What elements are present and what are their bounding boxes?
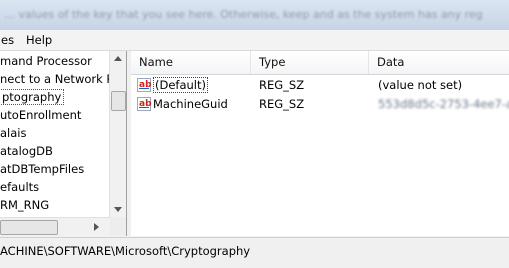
scrollbar-corner	[110, 217, 126, 236]
scroll-right-arrow-icon[interactable]	[94, 223, 99, 231]
tree-vertical-scrollbar[interactable]	[109, 51, 126, 217]
key-tree-pane[interactable]: mand Processor nect to a Network Prc pto…	[0, 51, 127, 236]
tree-item-drm-rng[interactable]: RM_RNG	[0, 196, 51, 214]
value-row-machineguid[interactable]: ab MachineGuid REG_SZ 553d8d5c-2753-4ee7…	[131, 95, 509, 114]
window-caption: … values of the key that you see here. O…	[0, 0, 509, 30]
value-name: MachineGuid	[153, 97, 228, 111]
tree-item-label: alais	[0, 126, 27, 140]
tree-item-label: ptography	[0, 89, 65, 105]
tree-item-label: utoEnrollment	[0, 108, 82, 122]
caption-text: … values of the key that you see here. O…	[4, 8, 483, 21]
scroll-up-arrow-icon[interactable]	[114, 56, 122, 61]
tree-item-label: nect to a Network Prc	[0, 72, 124, 86]
tree-item-autoenrollment[interactable]: utoEnrollment	[0, 106, 83, 124]
column-header-data[interactable]: Data	[369, 51, 509, 74]
value-data-redacted: 553d8d5c-2753-4ee7-afd9	[378, 97, 509, 111]
string-value-icon: ab	[137, 97, 152, 111]
scroll-thumb[interactable]	[111, 91, 126, 111]
tree-item-label: RM_RNG	[0, 198, 50, 212]
tree-item-defaults[interactable]: efaults	[0, 178, 41, 196]
values-list-pane[interactable]: Name Type Data ab (Default) REG_SZ (valu…	[131, 51, 509, 236]
tree-item-label: atDBTempFiles	[0, 162, 85, 176]
value-data: (value not set)	[378, 78, 463, 92]
value-name: (Default)	[153, 77, 208, 93]
menu-item-help[interactable]: Help	[26, 33, 52, 47]
tree-item-command-processor[interactable]: mand Processor	[0, 52, 94, 70]
tree-item-catdbtempfiles[interactable]: atDBTempFiles	[0, 160, 86, 178]
tree-item-connect-to-network[interactable]: nect to a Network Prc	[0, 70, 126, 88]
scroll-thumb[interactable]	[0, 220, 58, 235]
value-row-default[interactable]: ab (Default) REG_SZ (value not set)	[131, 76, 509, 95]
status-bar: ACHINE\SOFTWARE\Microsoft\Cryptography	[0, 237, 509, 268]
tree-item-calais[interactable]: alais	[0, 124, 28, 142]
tree-item-cryptography[interactable]: ptography	[0, 88, 65, 106]
value-type: REG_SZ	[259, 97, 305, 111]
tree-item-label: mand Processor	[0, 54, 92, 68]
column-header-type[interactable]: Type	[251, 51, 369, 74]
menu-item-favorites[interactable]: es	[1, 33, 14, 47]
tree-item-catalogdb[interactable]: atalogDB	[0, 142, 55, 160]
string-value-icon: ab	[137, 78, 152, 92]
tree-horizontal-scrollbar[interactable]	[0, 217, 110, 236]
tree-item-label: atalogDB	[0, 144, 53, 158]
column-header-name[interactable]: Name	[131, 51, 251, 74]
tree-item-label: efaults	[0, 180, 40, 194]
list-header: Name Type Data	[131, 51, 509, 75]
scroll-down-arrow-icon[interactable]	[114, 207, 122, 212]
menu-bar: es Help	[0, 30, 509, 51]
status-key-path: ACHINE\SOFTWARE\Microsoft\Cryptography	[0, 244, 251, 258]
value-type: REG_SZ	[259, 78, 305, 92]
